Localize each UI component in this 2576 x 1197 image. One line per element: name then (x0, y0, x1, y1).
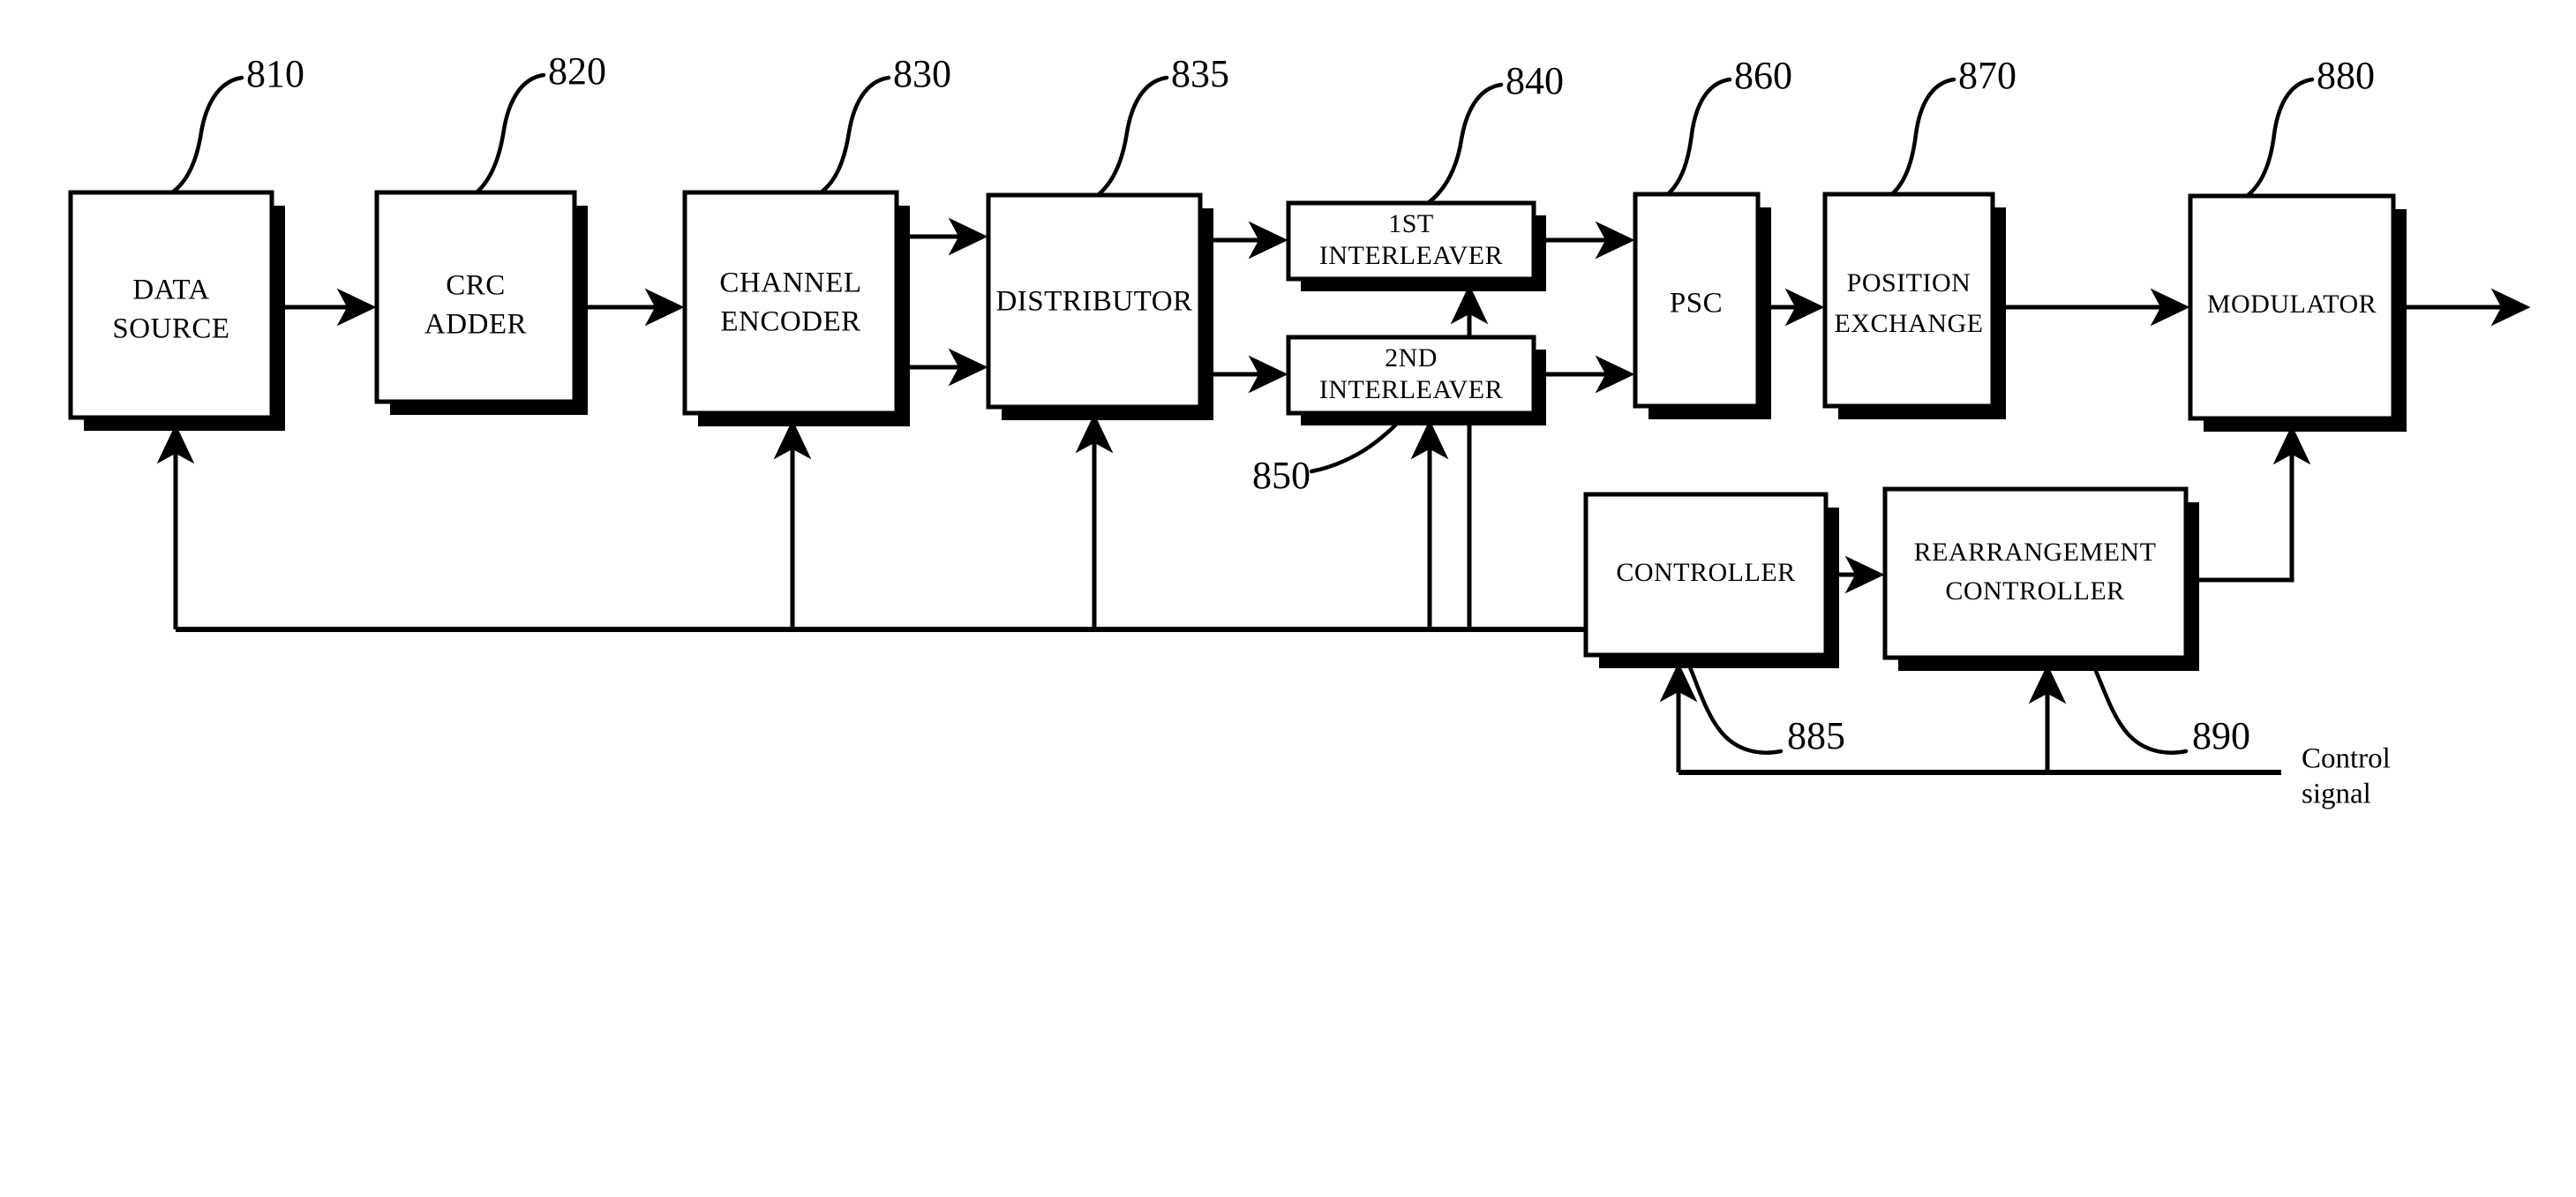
block-label-channel-encoder-line2: ENCODER (720, 306, 860, 338)
block-crc-adder[interactable]: CRC ADDER (374, 190, 588, 415)
leader-line-870 (1889, 77, 1956, 197)
block-label-controller: CONTROLLER (1616, 558, 1795, 587)
block-label-channel-encoder-line1: CHANNEL (719, 267, 861, 299)
reference-numeral-860: 860 (1734, 54, 1792, 97)
block-data-source[interactable]: DATA SOURCE (68, 190, 285, 431)
figure-canvas: DATA SOURCE CRC ADDER CHANNEL ENCODER DI… (0, 0, 2576, 1197)
reference-numeral-830: 830 (893, 52, 951, 95)
block-label-distributor: DISTRIBUTOR (995, 286, 1192, 318)
block-interleaver-2nd[interactable]: 2ND INTERLEAVER (1286, 335, 1546, 425)
block-label-crc-adder-line1: CRC (446, 270, 506, 302)
reference-numeral-890: 890 (2192, 714, 2250, 757)
block-interleaver-1st[interactable]: 1ST INTERLEAVER (1286, 200, 1546, 291)
block-distributor[interactable]: DISTRIBUTOR (986, 192, 1213, 420)
feedback-rearrangement-to-modulator (2195, 425, 2311, 583)
block-label-interleaver-2nd-line2: INTERLEAVER (1319, 375, 1503, 404)
block-label-interleaver-1st-line2: INTERLEAVER (1319, 241, 1503, 270)
block-rearrangement-controller[interactable]: REARRANGEMENT CONTROLLER (1882, 486, 2199, 671)
block-modulator[interactable]: MODULATOR (2188, 193, 2407, 432)
block-label-modulator: MODULATOR (2207, 290, 2377, 319)
leader-line-890 (2092, 666, 2189, 755)
leader-line-820 (474, 72, 546, 195)
reference-numeral-870: 870 (1958, 54, 2016, 97)
leader-line-860 (1665, 77, 1732, 197)
reference-numeral-880: 880 (2317, 54, 2375, 97)
block-position-exchange[interactable]: POSITION EXCHANGE (1822, 192, 2006, 419)
leader-line-835 (1095, 75, 1169, 198)
leader-line-830 (818, 75, 891, 195)
block-controller[interactable]: CONTROLLER (1583, 492, 1839, 668)
block-label-crc-adder-line2: ADDER (424, 309, 527, 341)
control-signal-label-line1: Control (2302, 743, 2391, 775)
block-psc[interactable]: PSC (1633, 192, 1771, 419)
leader-line-885 (1687, 665, 1784, 755)
reference-numeral-840: 840 (1506, 59, 1564, 102)
block-label-position-exchange-line1: POSITION (1847, 268, 1971, 297)
block-label-position-exchange-line2: EXCHANGE (1835, 309, 1984, 338)
reference-numeral-835: 835 (1171, 52, 1229, 95)
block-channel-encoder[interactable]: CHANNEL ENCODER (682, 190, 910, 426)
block-label-interleaver-1st-line1: 1ST (1388, 209, 1434, 238)
block-label-psc: PSC (1670, 288, 1723, 320)
leader-line-880 (2244, 77, 2315, 199)
reference-numeral-820: 820 (548, 49, 606, 93)
block-label-data-source-line1: DATA (132, 275, 209, 306)
reference-numeral-885: 885 (1787, 714, 1845, 757)
blocks-layer: DATA SOURCE CRC ADDER CHANNEL ENCODER DI… (68, 190, 2407, 671)
block-label-rearrangement-controller-line2: CONTROLLER (1945, 576, 2124, 606)
reference-numerals-layer: 810 820 830 835 840 850 860 870 880 885 … (169, 49, 2391, 810)
leader-line-810 (169, 75, 244, 195)
reference-numeral-810: 810 (246, 52, 304, 95)
block-label-rearrangement-controller-line1: REARRANGEMENT (1914, 538, 2157, 567)
control-signal-label-line2: signal (2302, 779, 2371, 810)
reference-numeral-850: 850 (1252, 454, 1311, 497)
block-diagram-svg: DATA SOURCE CRC ADDER CHANNEL ENCODER DI… (68, 49, 2531, 810)
block-label-interleaver-2nd-line1: 2ND (1385, 343, 1438, 373)
leader-line-840 (1425, 82, 1504, 206)
block-label-data-source-line2: SOURCE (112, 313, 229, 345)
